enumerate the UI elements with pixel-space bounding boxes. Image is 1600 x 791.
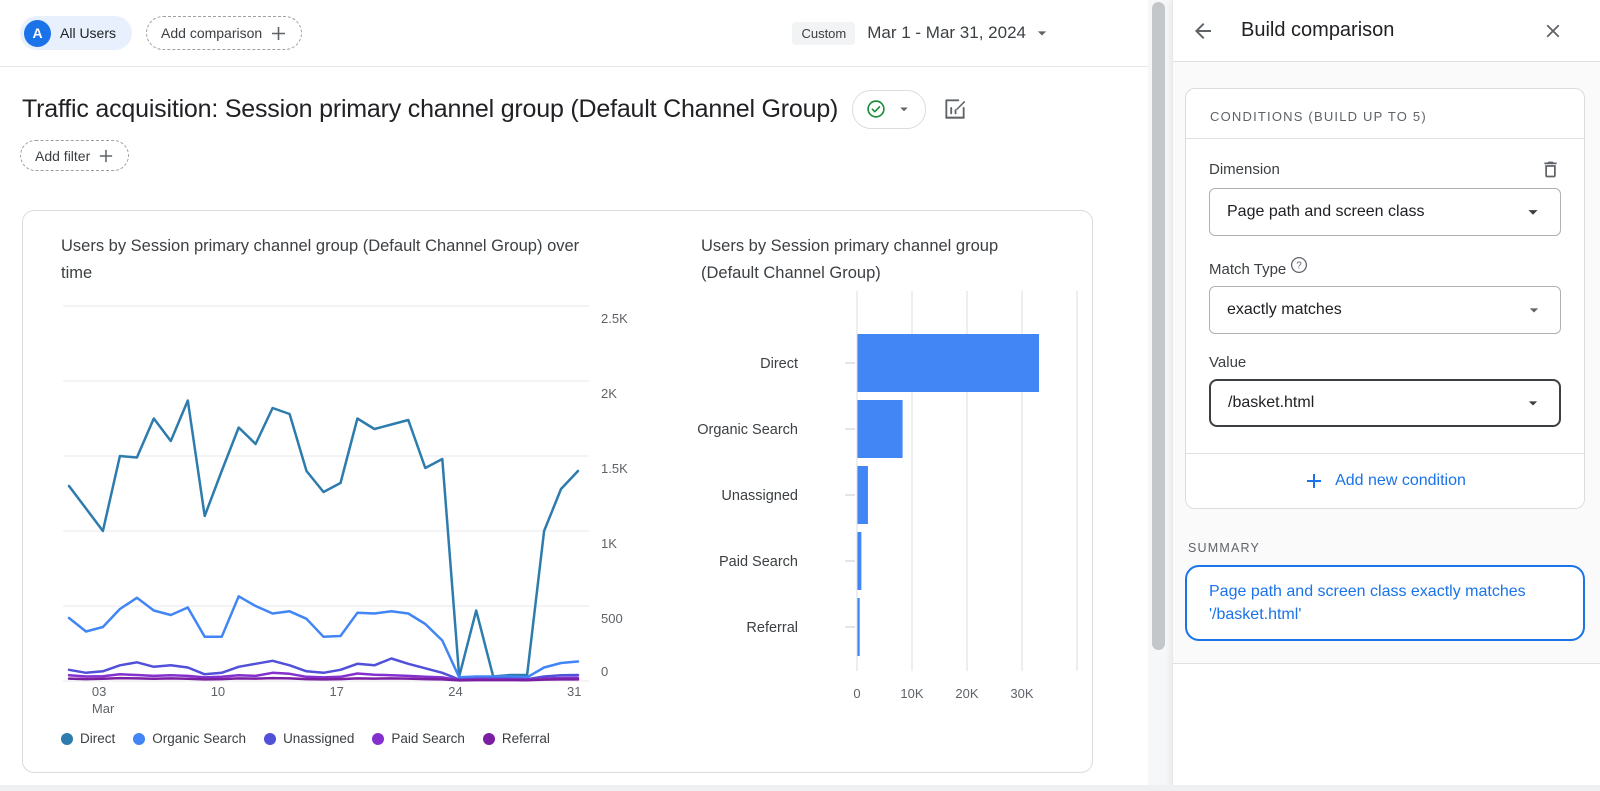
svg-text:24: 24: [448, 684, 462, 699]
legend-item: Paid Search: [372, 731, 465, 746]
svg-text:0: 0: [853, 686, 860, 701]
line-chart-title: Users by Session primary channel group (…: [61, 233, 581, 287]
legend-label: Unassigned: [283, 731, 354, 746]
add-comparison-label: Add comparison: [161, 25, 262, 41]
legend-label: Paid Search: [391, 731, 465, 746]
svg-text:Mar: Mar: [92, 701, 115, 716]
chevron-down-icon: [1523, 393, 1543, 413]
help-icon[interactable]: ?: [1290, 256, 1308, 274]
svg-text:20K: 20K: [955, 686, 978, 701]
topbar-divider: [0, 66, 1148, 67]
dimension-select[interactable]: Page path and screen class: [1209, 188, 1561, 236]
value-select[interactable]: /basket.html: [1209, 379, 1561, 427]
check-circle-icon: [865, 98, 887, 120]
svg-text:Organic Search: Organic Search: [697, 422, 798, 438]
dimension-value: Page path and screen class: [1227, 203, 1424, 221]
build-comparison-panel: Build comparison CONDITIONS (BUILD UP TO…: [1172, 0, 1600, 791]
line-chart: 0 500 1K 1.5K 2K 2.5K 03 Mar 10 17 24 31: [41, 296, 641, 716]
legend-dot-icon: [264, 733, 276, 745]
svg-text:Referral: Referral: [746, 620, 798, 636]
svg-text:31: 31: [567, 684, 581, 699]
avatar: A: [24, 20, 51, 47]
svg-text:Paid Search: Paid Search: [719, 554, 798, 570]
svg-text:500: 500: [601, 611, 623, 626]
legend-label: Referral: [502, 731, 550, 746]
chevron-down-icon: [1524, 300, 1544, 320]
chart-legend: Direct Organic Search Unassigned Paid Searc…: [61, 731, 550, 746]
legend-item: Unassigned: [264, 731, 354, 746]
page-title: Traffic acquisition: Session primary cha…: [22, 95, 838, 124]
svg-text:03: 03: [92, 684, 106, 699]
dimension-label: Dimension: [1209, 161, 1280, 178]
date-range-type-badge: Custom: [792, 22, 855, 45]
add-new-condition-label: Add new condition: [1335, 472, 1466, 490]
legend-dot-icon: [61, 733, 73, 745]
back-icon[interactable]: [1191, 19, 1215, 43]
trash-icon[interactable]: [1540, 159, 1561, 180]
add-new-condition-button[interactable]: Add new condition: [1186, 453, 1584, 508]
svg-text:1K: 1K: [601, 536, 617, 551]
page-bottom-edge: [0, 785, 1600, 791]
scrollbar-thumb[interactable]: [1152, 2, 1165, 650]
svg-text:2K: 2K: [601, 386, 617, 401]
svg-text:?: ?: [1297, 261, 1303, 272]
svg-text:10: 10: [211, 684, 225, 699]
panel-title: Build comparison: [1241, 19, 1394, 42]
panel-body: CONDITIONS (BUILD UP TO 5) Dimension Pag…: [1173, 62, 1600, 664]
legend-dot-icon: [372, 733, 384, 745]
chevron-down-icon: [895, 100, 913, 118]
main-report-area: A All Users Add comparison Custom Mar 1 …: [0, 0, 1148, 791]
value-label: Value: [1209, 354, 1561, 371]
chevron-down-icon: [1522, 201, 1544, 223]
legend-item: Organic Search: [133, 731, 246, 746]
legend-item: Referral: [483, 731, 550, 746]
svg-text:17: 17: [329, 684, 343, 699]
value-value: /basket.html: [1228, 394, 1314, 412]
summary-header: SUMMARY: [1188, 541, 1585, 555]
legend-dot-icon: [483, 733, 495, 745]
customize-report-icon[interactable]: [942, 96, 968, 122]
charts-card: Users by Session primary channel group (…: [22, 210, 1093, 773]
svg-text:10K: 10K: [900, 686, 923, 701]
comparison-bar: A All Users Add comparison Custom Mar 1 …: [0, 0, 1148, 66]
legend-label: Direct: [80, 731, 115, 746]
add-comparison-button[interactable]: Add comparison: [146, 16, 302, 50]
add-filter-label: Add filter: [35, 148, 90, 164]
bar-chart: 0 10K 20K 30K Direct Organic Search Unassigned…: [663, 281, 1083, 721]
legend-dot-icon: [133, 733, 145, 745]
svg-text:2.5K: 2.5K: [601, 311, 628, 326]
match-type-value: exactly matches: [1227, 301, 1342, 319]
svg-text:Unassigned: Unassigned: [721, 488, 798, 504]
svg-text:0: 0: [601, 664, 608, 679]
all-users-chip[interactable]: A All Users: [20, 16, 132, 50]
summary-chip: Page path and screen class exactly match…: [1185, 565, 1585, 641]
plus-icon: [1304, 471, 1324, 491]
data-quality-badge[interactable]: [852, 90, 926, 129]
date-range-value[interactable]: Mar 1 - Mar 31, 2024: [867, 23, 1026, 43]
legend-item: Direct: [61, 731, 115, 746]
panel-header: Build comparison: [1173, 0, 1600, 62]
all-users-label: All Users: [60, 25, 116, 41]
report-title-row: Traffic acquisition: Session primary cha…: [22, 86, 1132, 132]
conditions-card: CONDITIONS (BUILD UP TO 5) Dimension Pag…: [1185, 88, 1585, 509]
svg-text:1.5K: 1.5K: [601, 461, 628, 476]
svg-text:Direct: Direct: [760, 356, 798, 372]
scrollbar[interactable]: [1148, 0, 1172, 791]
add-filter-button[interactable]: Add filter: [20, 140, 129, 171]
filter-row: Add filter: [20, 140, 129, 171]
date-range-chevron-down-icon[interactable]: [1032, 23, 1052, 43]
close-icon[interactable]: [1542, 20, 1564, 42]
bar-chart-title: Users by Session primary channel group (…: [701, 233, 1011, 287]
match-type-select[interactable]: exactly matches: [1209, 286, 1561, 334]
svg-text:30K: 30K: [1010, 686, 1033, 701]
conditions-header: CONDITIONS (BUILD UP TO 5): [1186, 89, 1584, 139]
legend-label: Organic Search: [152, 731, 246, 746]
plus-icon: [270, 25, 287, 42]
match-type-label: Match Type: [1209, 261, 1286, 278]
plus-icon: [98, 148, 114, 164]
